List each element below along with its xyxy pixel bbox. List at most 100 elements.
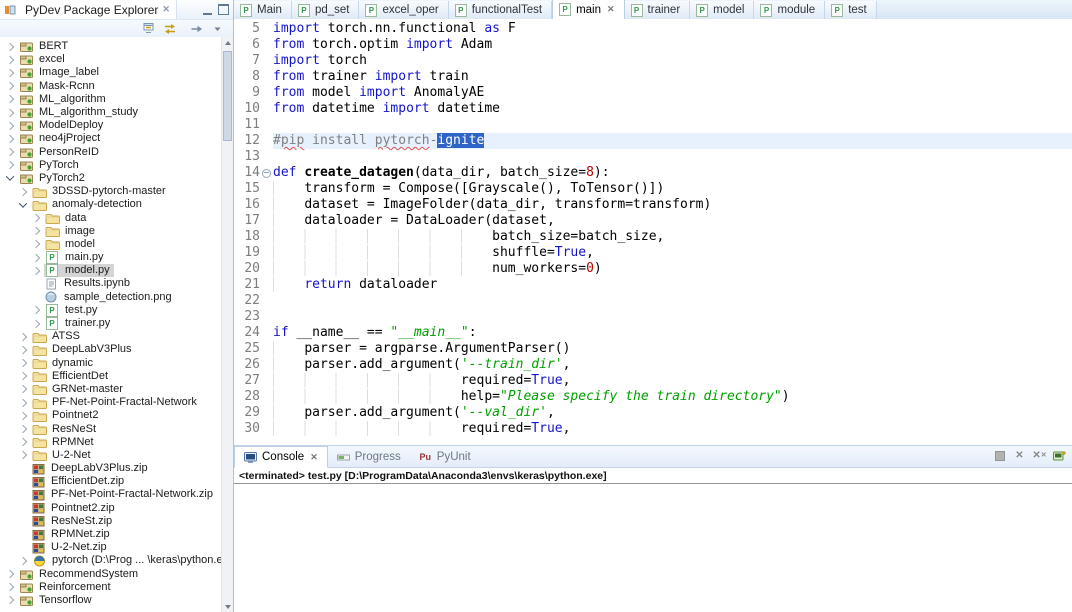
chevron-right-icon[interactable] (32, 253, 40, 261)
chevron-right-icon[interactable] (19, 398, 27, 406)
chevron-right-icon[interactable] (6, 69, 14, 77)
code-line[interactable]: 23 (234, 309, 1072, 325)
tree-item[interactable]: model (0, 238, 222, 251)
tree-item[interactable]: PersonReID (0, 146, 222, 159)
editor-tab-pd_set[interactable]: Ppd_set (292, 1, 360, 19)
code-line[interactable]: 5import torch.nn.functional as F (234, 21, 1072, 37)
scrollbar-thumb[interactable] (223, 51, 232, 141)
editor-tab-test[interactable]: Ptest (825, 1, 877, 19)
code-line[interactable]: 12#pip install pytorch-ignite (234, 133, 1072, 149)
tree-item[interactable]: ML_algorithm (0, 93, 222, 106)
editor-tab-trainer[interactable]: Ptrainer (625, 1, 691, 19)
code-line[interactable]: 21 return dataloader (234, 277, 1072, 293)
chevron-down-icon[interactable] (6, 173, 14, 181)
code-line[interactable]: 8from trainer import train (234, 69, 1072, 85)
code-line[interactable]: 13 (234, 149, 1072, 165)
scroll-up-icon[interactable] (222, 37, 233, 48)
tree-item[interactable]: Tensorflow (0, 594, 222, 607)
editor-tab-Main[interactable]: PMain (234, 1, 292, 19)
chevron-right-icon[interactable] (32, 240, 40, 248)
tree-item[interactable]: Results.ipynb (0, 277, 222, 290)
tree-item[interactable]: data (0, 211, 222, 224)
code-line[interactable]: 22 (234, 293, 1072, 309)
scroll-down-icon[interactable] (222, 601, 233, 612)
collapse-all-icon[interactable] (141, 22, 156, 36)
chevron-right-icon[interactable] (32, 267, 40, 275)
chevron-right-icon[interactable] (19, 412, 27, 420)
editor-tab-model[interactable]: Pmodel (690, 1, 754, 19)
chevron-right-icon[interactable] (6, 56, 14, 64)
maximize-icon[interactable] (218, 4, 229, 15)
code-line[interactable]: 7import torch (234, 53, 1072, 69)
code-line[interactable]: 26 parser.add_argument('--train_dir', (234, 357, 1072, 373)
chevron-right-icon[interactable] (6, 596, 14, 604)
chevron-right-icon[interactable] (6, 121, 14, 129)
tree-item[interactable]: Pointnet2 (0, 409, 222, 422)
tree-item[interactable]: PF-Net-Point-Fractal-Network.zip (0, 488, 222, 501)
fold-collapse-icon[interactable] (260, 165, 273, 181)
tree-item[interactable]: ModelDeploy (0, 119, 222, 132)
tree-item[interactable]: DeepLabV3Plus.zip (0, 462, 222, 475)
open-console-icon[interactable] (1053, 450, 1066, 462)
chevron-right-icon[interactable] (19, 346, 27, 354)
terminate-icon[interactable] (993, 450, 1006, 462)
tree-item[interactable]: PF-Net-Point-Fractal-Network (0, 396, 222, 409)
tree-item[interactable]: DeepLabV3Plus (0, 343, 222, 356)
minimize-icon[interactable] (203, 4, 212, 15)
chevron-right-icon[interactable] (19, 557, 27, 565)
code-line[interactable]: 24if __name__ == "__main__": (234, 325, 1072, 341)
console-tab-Console[interactable]: Console✕ (234, 446, 328, 468)
tree-item[interactable]: BERT (0, 40, 222, 53)
tree-item[interactable]: Ptrainer.py (0, 317, 222, 330)
tree-item[interactable]: EfficientDet (0, 370, 222, 383)
tree-item[interactable]: sample_detection.png (0, 291, 222, 304)
chevron-right-icon[interactable] (19, 332, 27, 340)
chevron-right-icon[interactable] (19, 451, 27, 459)
tree-item[interactable]: U-2-Net.zip (0, 541, 222, 554)
close-icon[interactable]: ✕ (607, 4, 615, 15)
editor-tab-module[interactable]: Pmodule (754, 1, 825, 19)
tree-item[interactable]: PyTorch (0, 159, 222, 172)
tree-item[interactable]: ATSS (0, 330, 222, 343)
chevron-right-icon[interactable] (19, 385, 27, 393)
tree-item[interactable]: neo4jProject (0, 132, 222, 145)
focus-icon[interactable] (189, 22, 204, 36)
chevron-right-icon[interactable] (32, 227, 40, 235)
explorer-view-tab[interactable]: PyDev Package Explorer ✕ (0, 0, 177, 19)
tree-item[interactable]: Mask-Rcnn (0, 80, 222, 93)
code-line[interactable]: 11 (234, 117, 1072, 133)
code-line[interactable]: 28 help="Please specify the train direct… (234, 389, 1072, 405)
chevron-right-icon[interactable] (32, 319, 40, 327)
tree-item[interactable]: Ptest.py (0, 304, 222, 317)
chevron-right-icon[interactable] (19, 359, 27, 367)
chevron-right-icon[interactable] (6, 148, 14, 156)
tree-item[interactable]: Pmain.py (0, 251, 222, 264)
tree-item[interactable]: PyTorch2 (0, 172, 222, 185)
close-icon[interactable]: ✕ (162, 4, 170, 15)
code-line[interactable]: 17 dataloader = DataLoader(dataset, (234, 213, 1072, 229)
code-line[interactable]: 29 parser.add_argument('--val_dir', (234, 405, 1072, 421)
chevron-right-icon[interactable] (32, 306, 40, 314)
tree-item[interactable]: U-2-Net (0, 449, 222, 462)
code-line[interactable]: 20 num_workers=0) (234, 261, 1072, 277)
tree-item[interactable]: Pointnet2.zip (0, 502, 222, 515)
tree-item[interactable]: EfficientDet.zip (0, 475, 222, 488)
editor-tab-main[interactable]: Pmain✕ (552, 0, 624, 20)
tree-item[interactable]: ML_algorithm_study (0, 106, 222, 119)
editor-tab-excel_oper[interactable]: Pexcel_oper (359, 1, 448, 19)
tree-item[interactable]: Reinforcement (0, 581, 222, 594)
chevron-right-icon[interactable] (19, 438, 27, 446)
view-menu-icon[interactable] (210, 22, 225, 36)
chevron-right-icon[interactable] (6, 135, 14, 143)
tree-item[interactable]: Image_label (0, 66, 222, 79)
console-tab-Progress[interactable]: Progress (328, 447, 410, 467)
chevron-right-icon[interactable] (6, 95, 14, 103)
tree-item[interactable]: GRNet-master (0, 383, 222, 396)
code-editor[interactable]: 5import torch.nn.functional as F6from to… (234, 19, 1072, 446)
chevron-right-icon[interactable] (6, 570, 14, 578)
tree-item[interactable]: RPMNet (0, 436, 222, 449)
remove-all-launches-icon[interactable]: ✕✕ (1033, 450, 1046, 462)
close-icon[interactable]: ✕ (310, 452, 318, 463)
tree-item[interactable]: 3DSSD-pytorch-master (0, 185, 222, 198)
tree-item[interactable]: Pmodel.py (0, 264, 222, 277)
